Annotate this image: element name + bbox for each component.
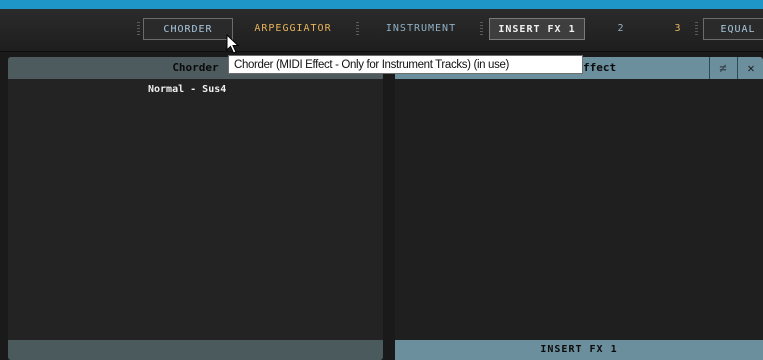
tab-fx-slot-2[interactable]: 2 [610,18,632,40]
insert-fx-panel-footer[interactable]: INSERT FX 1 [395,340,763,360]
tab-arpeggiator[interactable]: ARPEGGIATOR [244,18,342,40]
device-tab-bar: CHORDER ARPEGGIATOR INSTRUMENT INSERT FX… [0,9,763,52]
tab-grip-handle[interactable] [695,22,698,36]
tab-chorder[interactable]: CHORDER [143,18,233,40]
chorder-panel-footer [8,340,383,360]
tab-fx-slot-3[interactable]: 3 [667,18,689,40]
insert-fx-panel: ffect ≠ ✕ INSERT FX 1 [395,57,763,360]
close-icon[interactable]: ✕ [739,57,763,79]
header-divider [709,57,710,79]
mouse-pointer-icon [226,34,240,54]
tab-insert-fx-1[interactable]: INSERT FX 1 [489,18,585,40]
not-equal-icon[interactable]: ≠ [711,57,735,79]
header-divider [737,57,738,79]
chorder-panel: Chorder Normal - Sus4 [8,57,383,360]
insert-fx-panel-body [395,79,763,340]
tab-grip-handle[interactable] [356,22,359,36]
chorder-tooltip: Chorder (MIDI Effect - Only for Instrume… [228,55,583,74]
insert-fx-panel-title: ffect [583,61,617,74]
tab-grip-handle[interactable] [480,22,483,36]
chord-preset-label[interactable]: Normal - Sus4 [148,84,226,95]
top-accent-strip [0,0,763,9]
tab-grip-handle[interactable] [137,22,140,36]
chorder-panel-body: Normal - Sus4 [8,79,383,340]
tab-instrument[interactable]: INSTRUMENT [376,18,466,40]
tab-equalizer[interactable]: EQUAL [703,18,763,40]
